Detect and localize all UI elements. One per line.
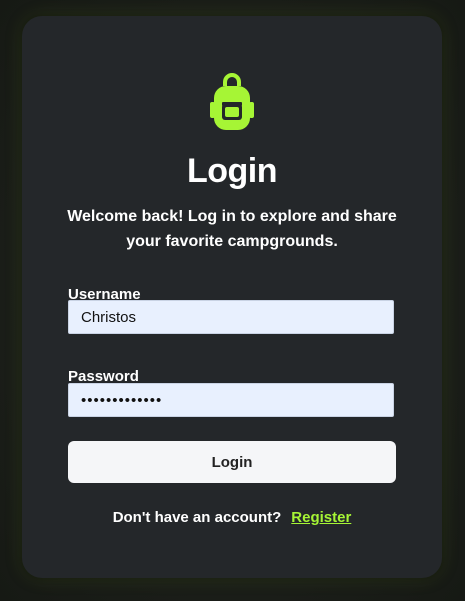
register-prompt: Don't have an account? Register [22,509,442,526]
register-prompt-text: Don't have an account? [112,509,282,526]
page-title: Login [186,152,278,190]
page: Login Welcome back! Log in to explore an… [0,0,465,601]
login-card: Login Welcome back! Log in to explore an… [22,16,442,578]
login-button[interactable]: Login [68,441,396,483]
password-field[interactable] [68,383,394,417]
username-field[interactable] [68,300,394,334]
register-link[interactable]: Register [291,509,351,526]
page-subtitle: Welcome back! Log in to explore and shar… [67,208,397,250]
backpack-icon [210,73,254,130]
